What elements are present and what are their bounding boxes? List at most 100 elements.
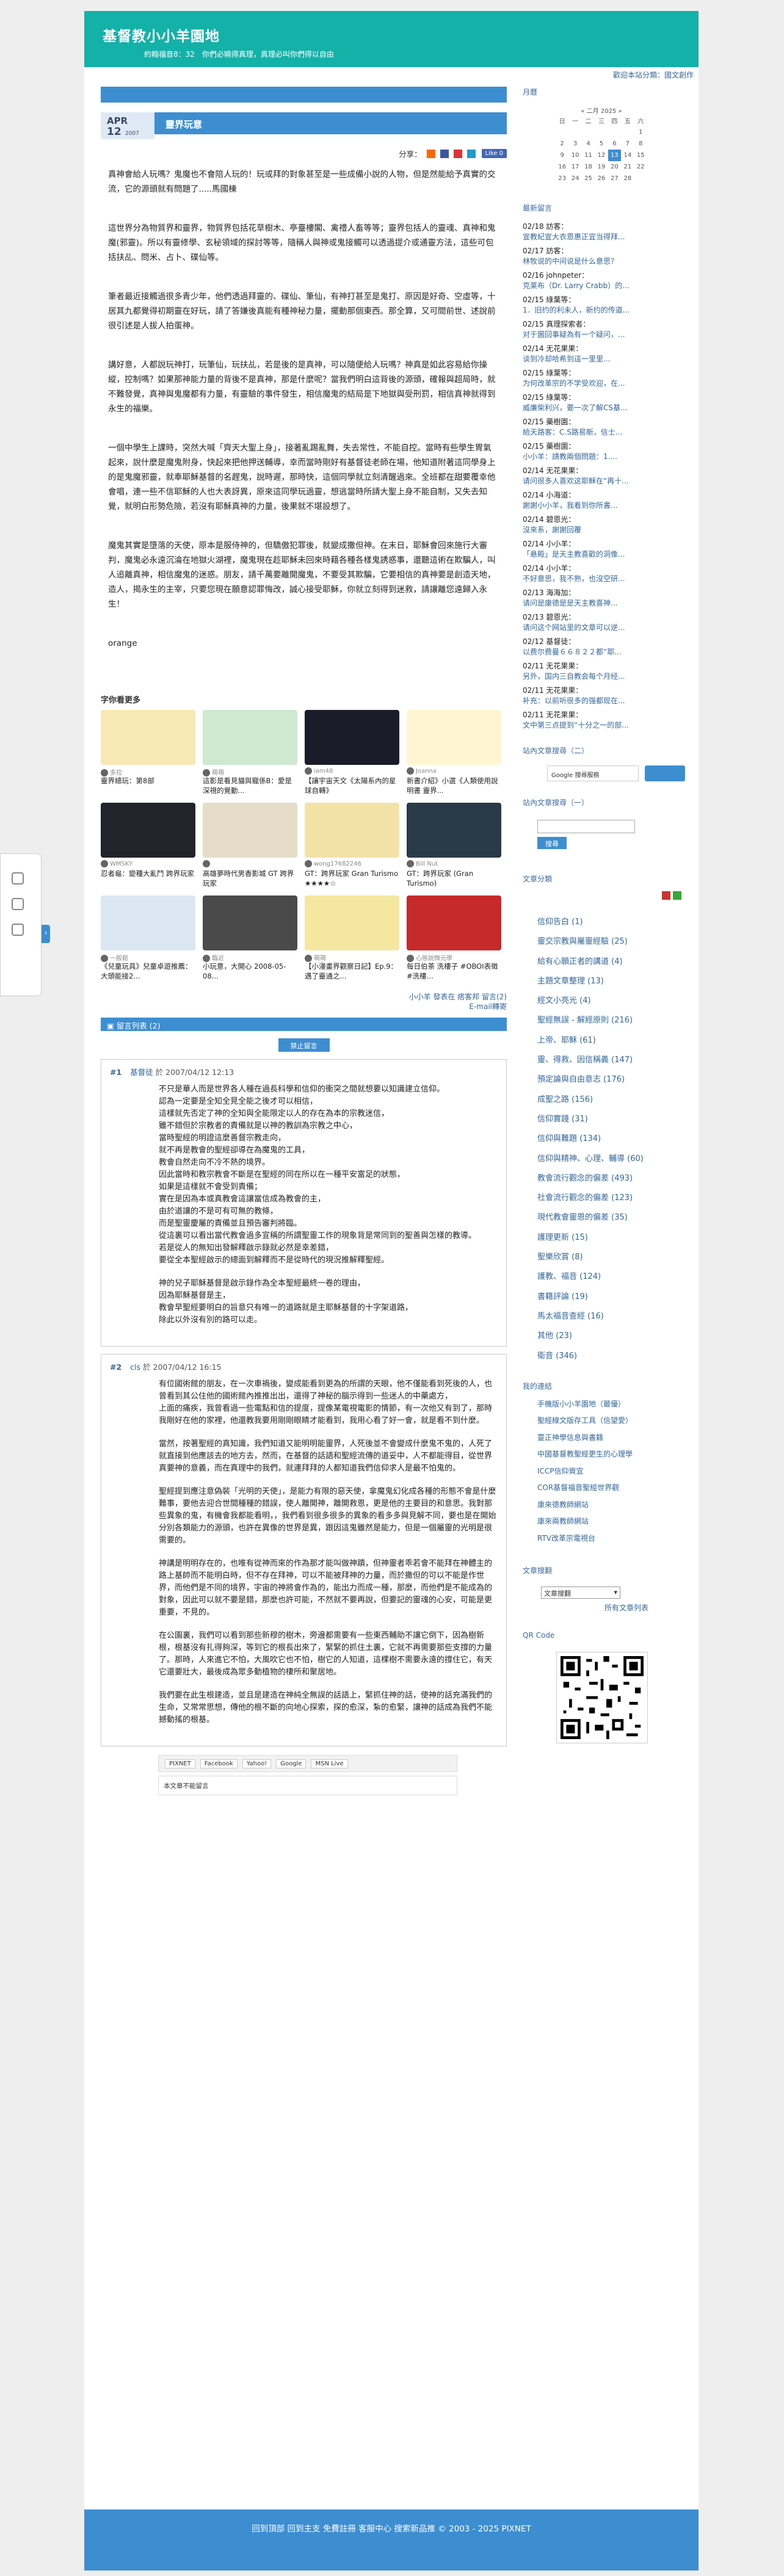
category-link[interactable]: 聖樂欣賞 (8) xyxy=(537,1248,694,1267)
site-search-input[interactable] xyxy=(537,820,635,833)
comment-author[interactable]: 基督徒 xyxy=(130,1068,153,1077)
related-title[interactable]: 《兒童玩具》兒童卓遊推薦：大頭能接2... xyxy=(101,961,195,981)
calendar-day[interactable]: 22 xyxy=(634,161,647,173)
share-button[interactable]: Facebook xyxy=(200,1759,238,1768)
like-icon[interactable] xyxy=(12,898,24,910)
related-title[interactable]: 靈界總玩：第8部 xyxy=(101,776,195,786)
google-search-input[interactable]: Google 搜尋服務 xyxy=(547,765,639,781)
recent-comment-link[interactable]: 请问这个网站里的文章可以逆... xyxy=(523,623,669,633)
share-button[interactable]: MSN Live xyxy=(311,1759,348,1768)
related-thumbnail[interactable] xyxy=(101,710,195,765)
recent-comment-link[interactable]: 不好意思，我不熟，也沒空研... xyxy=(523,574,669,584)
related-card[interactable]: WMSKY 忍者龜：變種大亂鬥 跨界玩家 xyxy=(101,803,195,888)
recent-comment-link[interactable]: 请问很多人喜欢这耶稣在“再十... xyxy=(523,476,669,487)
related-card[interactable]: iam48 【讓宇宙天文《太陽系內的星球自轉》 xyxy=(305,710,399,795)
calendar-day[interactable]: 17 xyxy=(568,161,581,173)
recent-comment-link[interactable]: 「悬殿」是天主教喜歡的洞像... xyxy=(523,549,669,560)
calendar-day[interactable]: 3 xyxy=(568,138,581,150)
related-thumbnail[interactable] xyxy=(305,803,399,858)
calendar-day[interactable]: 28 xyxy=(621,173,634,184)
calendar-day[interactable]: 11 xyxy=(582,150,595,161)
fb-like-button[interactable]: Like 0 xyxy=(481,149,507,158)
facebook-icon[interactable] xyxy=(440,149,449,158)
recent-comment-link[interactable]: 給天路客：C.S路易斯，信士... xyxy=(523,427,669,438)
category-link[interactable]: 馬太福音查經 (16) xyxy=(537,1307,694,1326)
category-link[interactable]: 靈交宗教與屬靈經驗 (25) xyxy=(537,932,694,952)
calendar-day[interactable]: 5 xyxy=(595,138,608,150)
recent-comment-link[interactable]: 克莱布（Dr. Larry Crabb）的... xyxy=(523,281,669,291)
calendar-day[interactable] xyxy=(595,126,608,138)
related-title[interactable]: 【讓宇宙天文《太陽系內的星球自轉》 xyxy=(305,776,399,795)
related-thumbnail[interactable] xyxy=(305,710,399,765)
category-link[interactable]: 社會流行觀念的偏差 (123) xyxy=(537,1189,694,1208)
site-title[interactable]: 基督教小小羊園地 xyxy=(103,24,699,45)
recent-comment-link[interactable]: 沒來系，謝謝回覆 xyxy=(523,525,669,535)
calendar-caption[interactable]: « 二月 2025 » xyxy=(556,106,647,115)
post-footer-meta[interactable]: 小小羊 發表在 痞客邦 留言(2) xyxy=(101,992,507,1002)
site-sublink[interactable]: 歡迎本站分類：國文創作 xyxy=(613,70,694,80)
related-thumbnail[interactable] xyxy=(407,710,501,765)
calendar-day[interactable]: 15 xyxy=(634,150,647,161)
blog-link[interactable]: COR基督福音聖經世界觀 xyxy=(537,1480,694,1497)
related-card[interactable]: 心態說微元學 每日伯茶 洗樓子 #OBOI表徵 #洗樓... xyxy=(407,895,501,981)
blog-link[interactable]: ICCP信仰資宜 xyxy=(537,1463,694,1480)
share-button[interactable]: PIXNET xyxy=(165,1759,195,1768)
calendar-day[interactable]: 18 xyxy=(582,161,595,173)
category-link[interactable]: 現代教會靈恩的偏差 (35) xyxy=(537,1208,694,1228)
recent-comment-link[interactable]: 谈到冷却哈希到這一里里... xyxy=(523,354,669,364)
related-title[interactable]: 高雄夢時代男香影城 GT 跨界玩家 xyxy=(203,869,297,888)
calendar-day[interactable]: 26 xyxy=(595,173,608,184)
collapse-toolbar-icon[interactable]: ‹ xyxy=(42,925,50,943)
calendar-day[interactable] xyxy=(621,126,634,138)
calendar-day[interactable]: 25 xyxy=(582,173,595,184)
recent-comment-link[interactable]: 宣教紀宣大衣恩惠正宜当得拜... xyxy=(523,232,669,242)
plurk-icon[interactable] xyxy=(453,149,462,158)
site-search-button[interactable]: 搜尋 xyxy=(537,837,567,849)
category-link[interactable]: 靈、得救、因信稱義 (147) xyxy=(537,1051,694,1070)
blog-link[interactable]: 康來德教師網站 xyxy=(537,1497,694,1514)
related-title[interactable]: 【小漫畫界觀察日記】Ep.9：遇了靈通之... xyxy=(305,961,399,981)
calendar-day[interactable]: 2 xyxy=(556,138,568,150)
category-link[interactable]: 上帝、耶穌 (61) xyxy=(537,1031,694,1051)
calendar-day[interactable]: 6 xyxy=(608,138,621,150)
site-footer[interactable]: 回到頂部 回到主支 免費註冊 客服中心 搜索新品推 © 2003 - 2025 … xyxy=(84,2509,699,2571)
category-link[interactable]: 教會流行觀念的偏差 (493) xyxy=(537,1169,694,1189)
related-card[interactable]: 多拉 靈界總玩：第8部 xyxy=(101,710,195,795)
related-thumbnail[interactable] xyxy=(305,895,399,950)
calendar-day[interactable]: 4 xyxy=(582,138,595,150)
related-card[interactable]: Bill Nut GT：跨界玩家 (Gran Turismo) xyxy=(407,803,501,888)
calendar-day[interactable]: 8 xyxy=(634,138,647,150)
recent-comment-link[interactable]: 请问是康德是是天主教喜神... xyxy=(523,598,669,609)
related-thumbnail[interactable] xyxy=(203,803,297,858)
related-thumbnail[interactable] xyxy=(407,895,501,950)
calendar-day[interactable]: 12 xyxy=(595,150,608,161)
expand-icon[interactable] xyxy=(673,891,681,900)
share-button[interactable]: Google xyxy=(276,1759,307,1768)
twitter-icon[interactable] xyxy=(466,149,476,158)
category-link[interactable]: 護教、福音 (124) xyxy=(537,1267,694,1287)
email-forward-link[interactable]: E-mail轉寄 xyxy=(101,1002,507,1011)
related-card[interactable]: 萌萌 【小漫畫界觀察日記】Ep.9：遇了靈通之... xyxy=(305,895,399,981)
category-link[interactable]: 衛音 (346) xyxy=(537,1347,694,1366)
category-link[interactable]: 其他 (23) xyxy=(537,1326,694,1346)
calendar-day[interactable] xyxy=(582,126,595,138)
recent-comment-link[interactable]: 林牧说的中间说是什么意思？ xyxy=(523,256,669,267)
related-title[interactable]: 這影是看見貓與寵係B：愛是深視的覺動... xyxy=(203,776,297,795)
recent-comment-link[interactable]: 文中第三点提到“十分之一的部... xyxy=(523,720,669,731)
related-thumbnail[interactable] xyxy=(203,895,297,950)
recent-comment-link[interactable]: 威廉柴利兴，要一次了解CS基... xyxy=(523,403,669,413)
blog-link[interactable]: 靈正神學信息與書籍 xyxy=(537,1430,694,1447)
calendar-day[interactable]: 14 xyxy=(621,150,634,161)
share-button[interactable]: Yahoo! xyxy=(242,1759,272,1768)
category-link[interactable]: 信仰實踐 (31) xyxy=(537,1110,694,1129)
related-title[interactable]: 小玩意，大開心 2008-05-08... xyxy=(203,961,297,981)
related-title[interactable]: GT：跨界玩家 Gran Turismo ★★★★☆ xyxy=(305,869,399,888)
calendar-day[interactable]: 23 xyxy=(556,173,568,184)
related-thumbnail[interactable] xyxy=(101,895,195,950)
calendar-day[interactable]: 19 xyxy=(595,161,608,173)
recent-comment-link[interactable]: 另外，国内三自教会每个月经... xyxy=(523,671,669,682)
related-thumbnail[interactable] xyxy=(407,803,501,858)
category-link[interactable]: 信仰與精神、心理、輔導 (60) xyxy=(537,1149,694,1169)
blog-link[interactable]: RTV改革宗電視台 xyxy=(537,1530,694,1547)
category-link[interactable]: 經文小亮光 (4) xyxy=(537,991,694,1011)
